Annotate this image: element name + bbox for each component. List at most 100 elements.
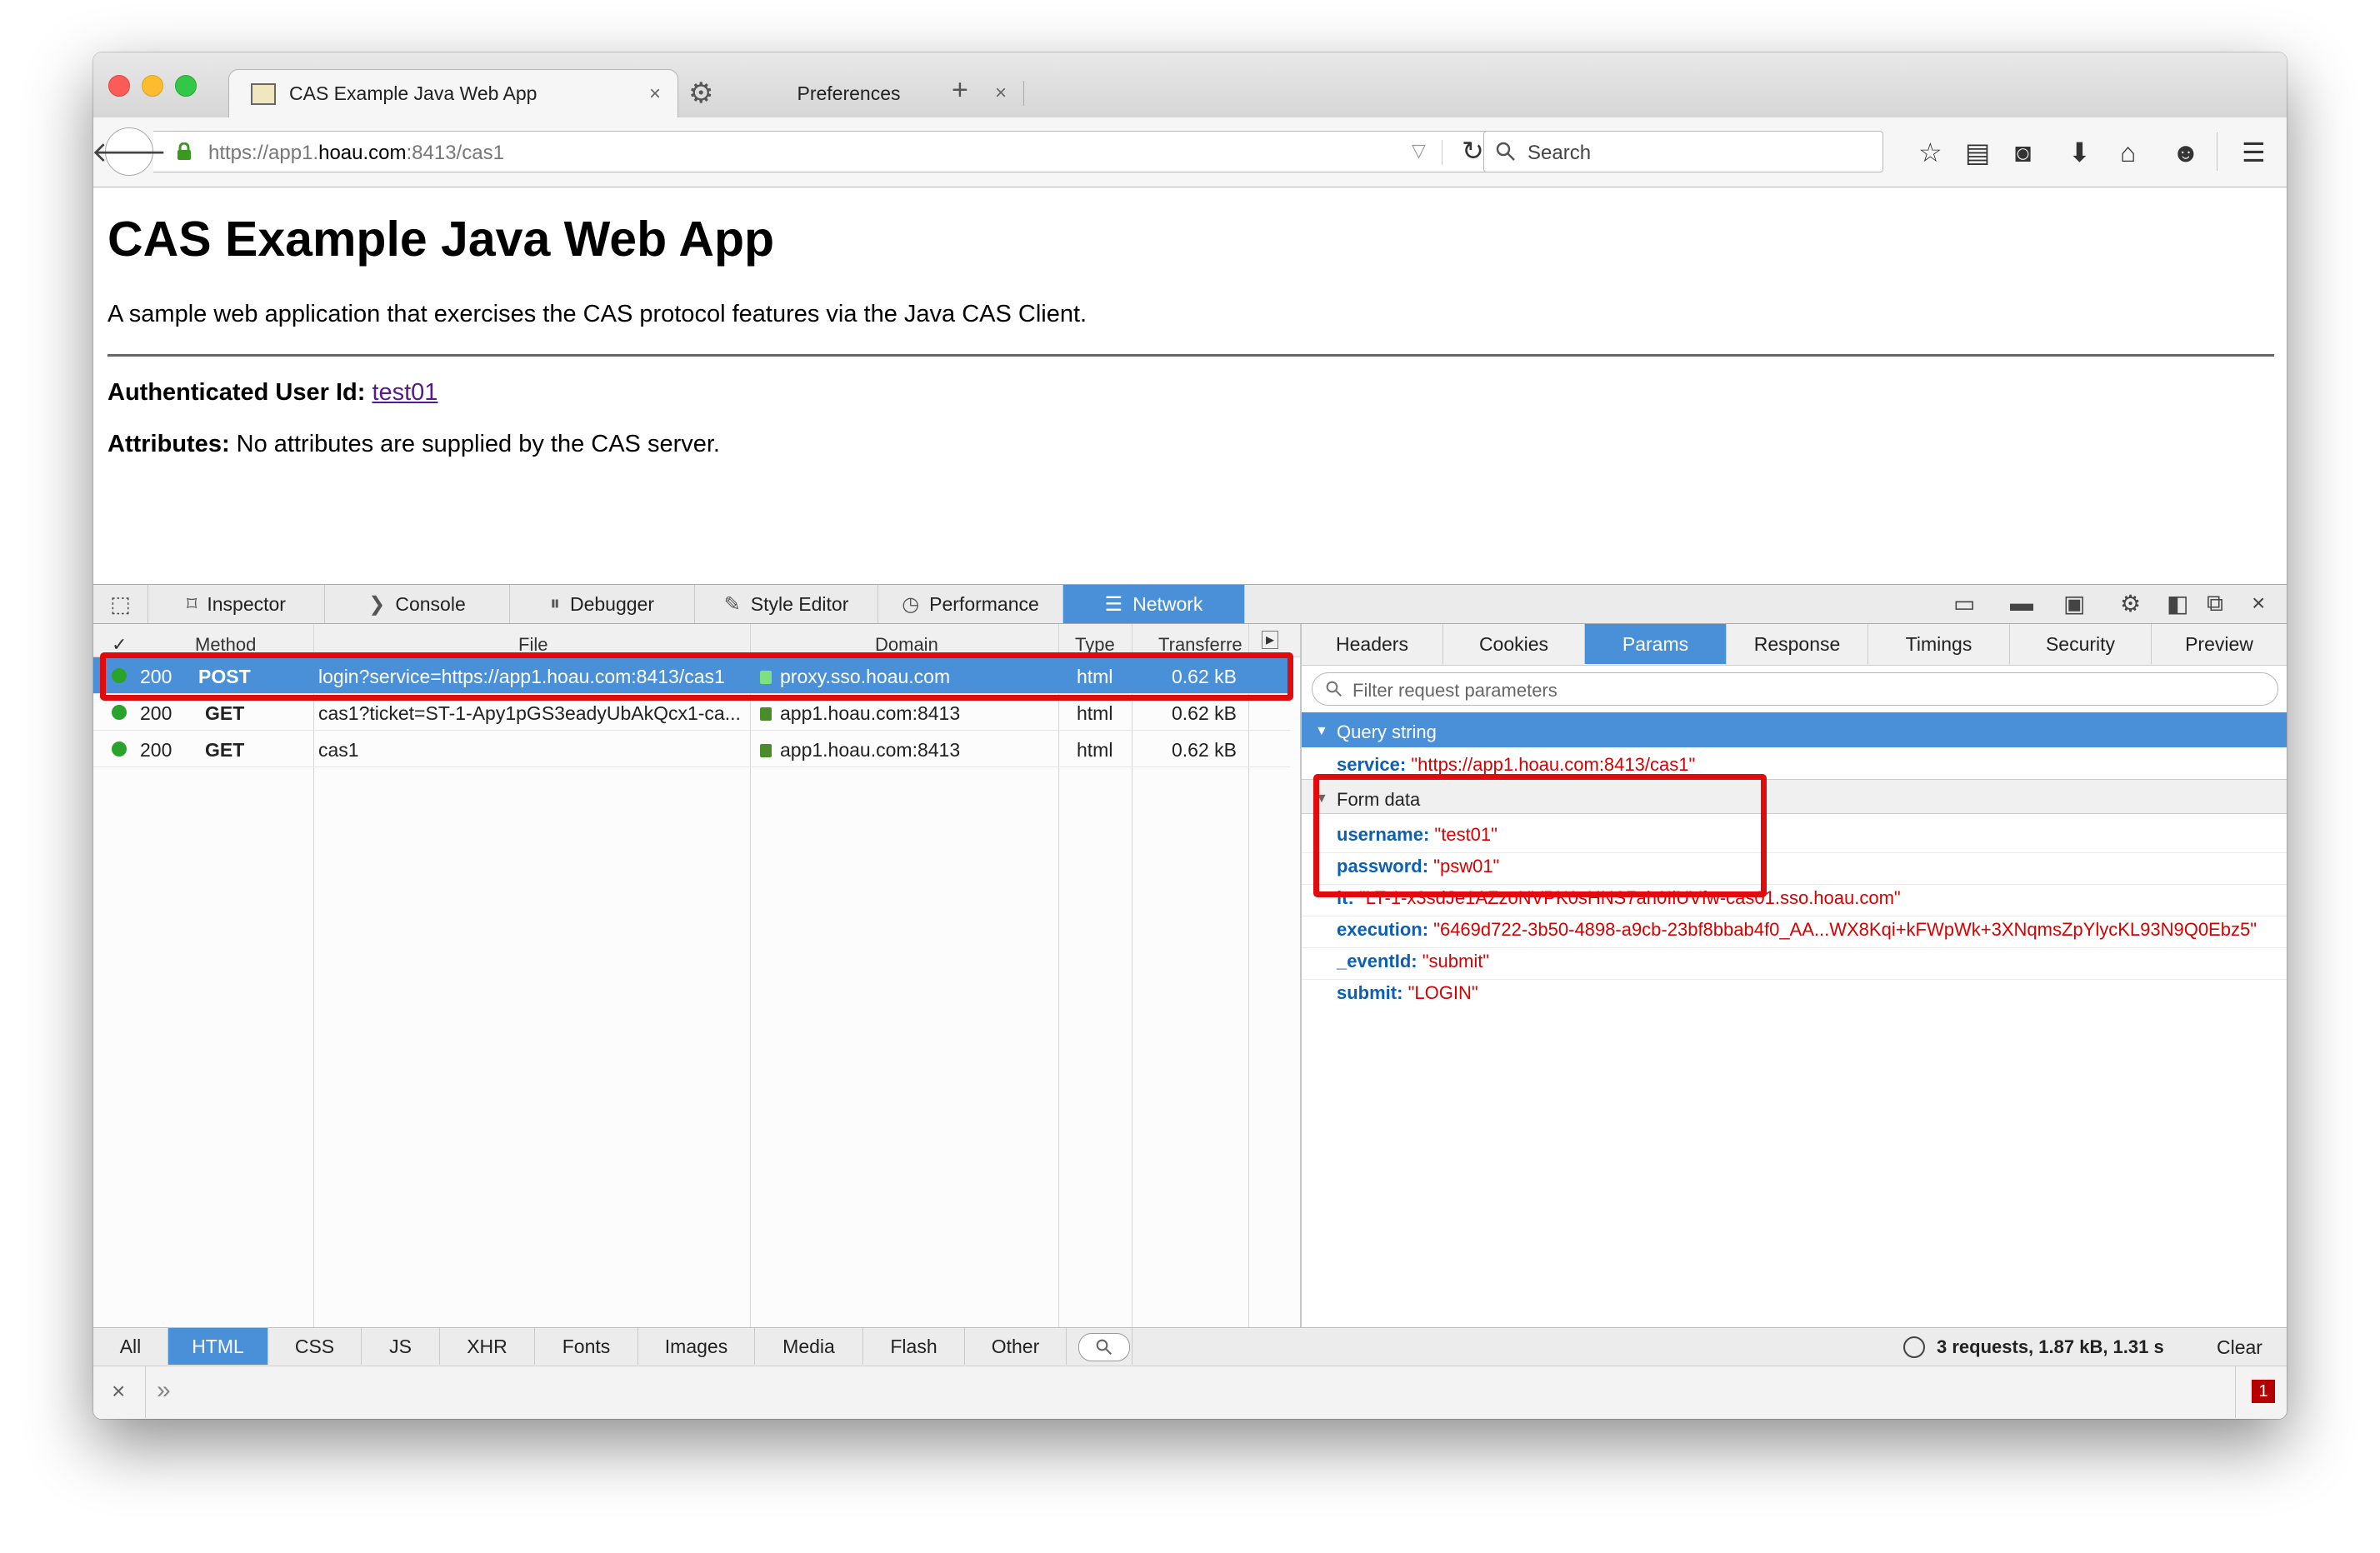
zoom-window-button[interactable] [175, 75, 197, 97]
column-status-header[interactable]: ✓ [112, 634, 127, 656]
lock-icon [760, 744, 772, 757]
dock-side-icon[interactable]: ◧ [2167, 590, 2188, 617]
request-row[interactable]: 200 GET cas1 app1.hoau.com:8413 html 0.6… [93, 731, 1290, 767]
column-file-header[interactable]: File [518, 634, 548, 656]
download-icon[interactable]: ⬇ [2068, 136, 2091, 169]
pick-element-button[interactable]: ⬚ [93, 585, 148, 623]
filter-xhr-button[interactable]: XHR [440, 1328, 535, 1365]
param-row: username: "test01" [1337, 824, 1498, 845]
page-title: CAS Example Java Web App [108, 212, 775, 267]
search-placeholder: Search [1528, 142, 1592, 164]
menu-icon[interactable]: ☰ [2242, 136, 2266, 169]
network-summary: 3 requests, 1.87 kB, 1.31 s [1937, 1336, 2164, 1357]
reload-icon[interactable]: ↻ [1462, 135, 1484, 167]
tab-params[interactable]: Params [1585, 624, 1727, 664]
toggle-sidebar-icon[interactable]: ▸ [1262, 631, 1278, 649]
settings-gear-icon[interactable]: ⚙ [2120, 590, 2141, 617]
pocket-icon[interactable]: ◙ [2015, 136, 2031, 169]
tab-performance[interactable]: ◷ Performance [878, 585, 1063, 623]
filter-images-button[interactable]: Images [638, 1328, 755, 1365]
tab-console[interactable]: ❯ Console [325, 585, 510, 623]
network-filter-bar: All HTML CSS JS XHR Fonts Images Media F… [93, 1327, 2287, 1366]
filter-flash-button[interactable]: Flash [863, 1328, 965, 1365]
tab-preferences[interactable]: ⚙ Preferences × [680, 69, 1023, 117]
responsive-mode-icon[interactable]: ▣ [2063, 590, 2085, 617]
close-tab-icon[interactable]: × [995, 82, 1007, 105]
column-method-header[interactable]: Method [195, 634, 256, 656]
filter-params-input[interactable]: Filter request parameters [1312, 672, 2278, 706]
search-bar[interactable]: Search [1483, 131, 1883, 172]
tab-headers[interactable]: Headers [1302, 624, 1443, 664]
filter-html-button[interactable]: HTML [168, 1328, 268, 1365]
collapse-triangle-icon: ▼ [1315, 724, 1328, 738]
request-file: cas1?ticket=ST-1-Apy1pGS3eadyUbAkQcx1-ca… [318, 702, 741, 724]
chat-icon[interactable]: ☻ [2172, 136, 2200, 169]
close-tab-icon[interactable]: × [649, 82, 661, 106]
tab-debugger[interactable]: ⏸ Debugger [510, 585, 695, 623]
status-ok-icon [112, 705, 127, 720]
split-console-bar: × » 1 [93, 1366, 2287, 1419]
request-row[interactable]: 200 GET cas1?ticket=ST-1-Apy1pGS3eadyUbA… [93, 694, 1290, 731]
filter-media-button[interactable]: Media [755, 1328, 863, 1365]
column-domain-header[interactable]: Domain [875, 634, 938, 656]
column-transferred-header[interactable]: Transferre [1158, 634, 1242, 656]
filter-js-button[interactable]: JS [362, 1328, 440, 1365]
user-id-link[interactable]: test01 [372, 379, 438, 406]
param-key: password [1337, 856, 1422, 876]
tab-inspector[interactable]: ⌑ Inspector [148, 585, 325, 623]
tab-timings[interactable]: Timings [1868, 624, 2010, 664]
filter-all-button[interactable]: All [93, 1328, 168, 1365]
frame-select-icon[interactable]: ▭ [1953, 590, 1975, 617]
param-value: "psw01" [1433, 856, 1500, 876]
style-editor-icon: ✎ [723, 592, 741, 616]
performance-icon: ◷ [902, 592, 920, 616]
search-icon [1096, 1339, 1112, 1356]
tab-network[interactable]: ☰ Network [1063, 585, 1245, 623]
url-bar[interactable]: https://app1.hoau.com:8413/cas1 ▽ ↻ [153, 131, 1565, 172]
param-key: submit [1337, 982, 1398, 1003]
request-row[interactable]: 200 POST login?service=https://app1.hoau… [93, 657, 1290, 694]
console-divider [145, 1366, 146, 1418]
console-input[interactable] [168, 1366, 2210, 1418]
tab-preview[interactable]: Preview [2152, 624, 2287, 664]
param-key: username [1337, 824, 1423, 845]
tab-cas-example[interactable]: CAS Example Java Web App × [228, 69, 678, 117]
tab-cookies[interactable]: Cookies [1443, 624, 1585, 664]
url-text: https://app1.hoau.com:8413/cas1 [208, 142, 504, 164]
page-description: A sample web application that exercises … [108, 301, 1088, 327]
param-row: _eventId: "submit" [1337, 951, 1490, 971]
back-button[interactable]: 🡐 [93, 127, 168, 176]
new-tab-button[interactable]: + [952, 74, 968, 107]
param-value: "LT-1-x3sdJe1AZzoNVPK0sHNS7ah0IlUVfw-cas… [1358, 887, 1901, 908]
request-status: 200 [140, 739, 172, 761]
dropdown-icon[interactable]: ▽ [1412, 140, 1426, 162]
reading-list-icon[interactable]: ▤ [1965, 136, 1990, 169]
close-window-button[interactable] [108, 75, 130, 97]
tab-title: CAS Example Java Web App [289, 82, 538, 104]
separate-window-icon[interactable]: ⧉ [2207, 590, 2223, 617]
tab-security[interactable]: Security [2010, 624, 2152, 664]
search-icon [1326, 681, 1342, 697]
minimize-window-button[interactable] [142, 75, 163, 97]
clear-button[interactable]: Clear [2217, 1336, 2262, 1359]
search-filter-button[interactable] [1078, 1333, 1130, 1361]
tab-response[interactable]: Response [1727, 624, 1868, 664]
close-devtools-icon[interactable]: × [2252, 590, 2265, 617]
tab-bar: CAS Example Java Web App × ⚙ Preferences… [93, 52, 2287, 117]
param-row: submit: "LOGIN" [1337, 982, 1478, 1003]
filter-other-button[interactable]: Other [965, 1328, 1067, 1365]
star-icon[interactable]: ☆ [1918, 136, 1942, 169]
close-console-icon[interactable]: × [112, 1378, 125, 1405]
filter-css-button[interactable]: CSS [268, 1328, 362, 1365]
query-string-section-header[interactable]: ▼ Query string [1302, 712, 2287, 747]
filter-fonts-button[interactable]: Fonts [535, 1328, 638, 1365]
split-console-icon[interactable]: ▬ [2010, 590, 2033, 617]
home-icon[interactable]: ⌂ [2120, 136, 2136, 169]
form-data-section-header[interactable]: ▼ Form data [1302, 779, 2287, 814]
filter-placeholder: Filter request parameters [1352, 680, 1558, 701]
tab-style-editor[interactable]: ✎ Style Editor [695, 585, 878, 623]
column-type-header[interactable]: Type [1075, 634, 1115, 656]
error-count-badge[interactable]: 1 [2252, 1380, 2275, 1403]
attributes-label: Attributes: [108, 431, 230, 457]
request-type: html [1077, 666, 1113, 687]
